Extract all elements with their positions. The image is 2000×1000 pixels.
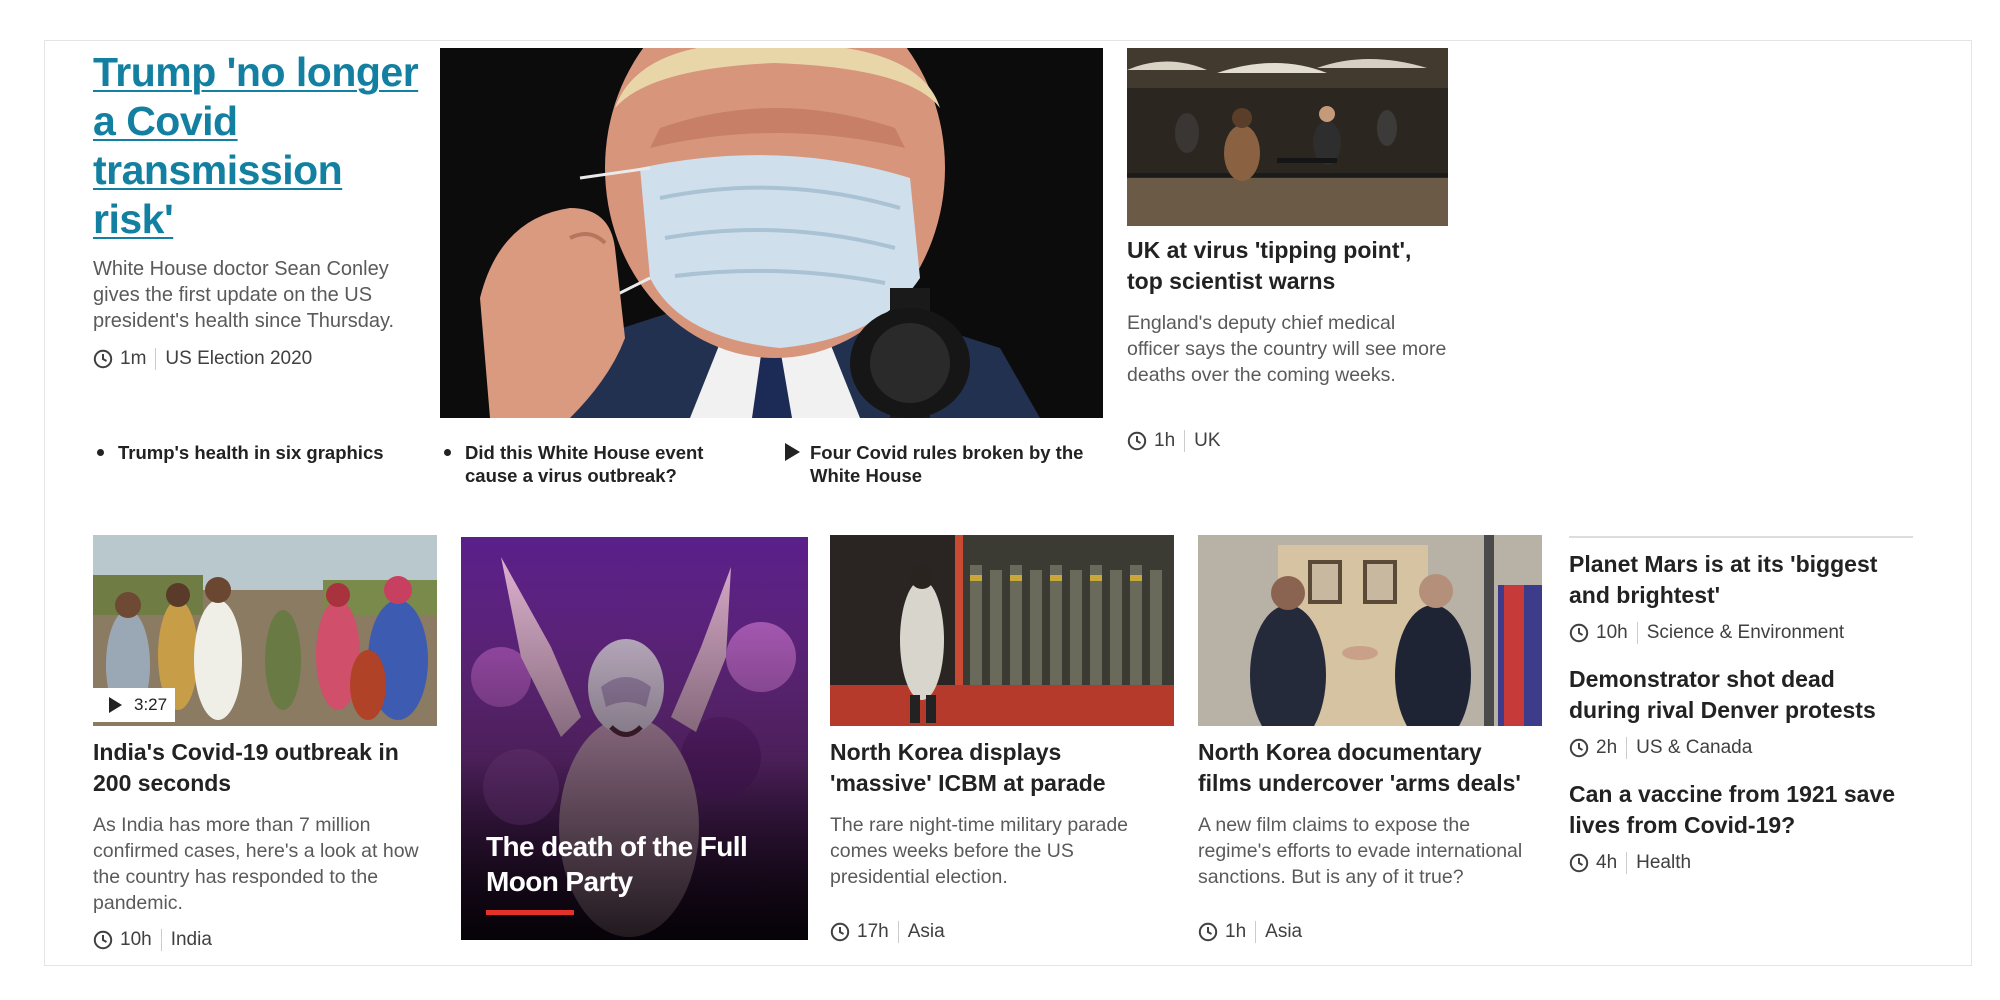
- uk-story-section-link[interactable]: UK: [1194, 430, 1220, 452]
- side-story-section-link[interactable]: US & Canada: [1636, 737, 1752, 759]
- bullet-icon: [97, 449, 104, 456]
- side-story-headline-vaccine[interactable]: Can a vaccine from 1921 save lives from …: [1569, 779, 1909, 841]
- meta-divider: [1626, 852, 1628, 874]
- india-meta: 10h India: [93, 928, 212, 952]
- lead-summary: White House doctor Sean Conley gives the…: [93, 258, 395, 332]
- lead-section-link[interactable]: US Election 2020: [165, 348, 312, 370]
- uk-story-headline[interactable]: UK at virus 'tipping point', top scienti…: [1127, 235, 1447, 297]
- play-icon: [785, 443, 800, 461]
- side-stories-divider: [1569, 536, 1913, 538]
- meta-divider: [1626, 737, 1628, 759]
- side-story-time: 4h: [1596, 852, 1618, 873]
- clock-icon: [1127, 431, 1147, 451]
- military-parade-photo: [830, 535, 1174, 726]
- clock-icon: [830, 922, 850, 942]
- side-story-time: 10h: [1596, 622, 1628, 643]
- side-story-headline-denver[interactable]: Demonstrator shot dead during rival Denv…: [1569, 664, 1909, 726]
- nk-documentary-summary: A new film claims to expose the regime's…: [1198, 814, 1523, 888]
- side-story-meta-mars: 10h Science & Environment: [1569, 621, 1844, 645]
- side-story-time: 2h: [1596, 737, 1618, 758]
- feature-headline: The death of the Full Moon Party: [486, 831, 748, 897]
- side-story-headline-mars[interactable]: Planet Mars is at its 'biggest and brigh…: [1569, 549, 1909, 611]
- play-icon: [109, 697, 122, 713]
- related-link-label: Trump's health in six graphics: [118, 442, 384, 463]
- lead-headline-link[interactable]: Trump 'no longer a Covid transmission ri…: [93, 48, 423, 244]
- india-headline[interactable]: India's Covid-19 outbreak in 200 seconds: [93, 737, 423, 799]
- nk-documentary-headline[interactable]: North Korea documentary films undercover…: [1198, 737, 1538, 799]
- meta-divider: [1184, 430, 1186, 452]
- india-time: 10h: [120, 929, 152, 950]
- clock-icon: [1569, 738, 1589, 758]
- related-link-label: Four Covid rules broken by the White Hou…: [810, 442, 1084, 486]
- nk-documentary-section-link[interactable]: Asia: [1265, 921, 1302, 943]
- feature-card[interactable]: The death of the Full Moon Party: [461, 537, 808, 940]
- india-summary: As India has more than 7 million confirm…: [93, 814, 419, 914]
- side-story-section-link[interactable]: Science & Environment: [1647, 622, 1845, 644]
- street-cafe-photo: [1127, 48, 1448, 226]
- lead-meta: 1m US Election 2020: [93, 347, 312, 371]
- side-story-meta-denver: 2h US & Canada: [1569, 736, 1752, 760]
- trump-mask-photo: [440, 48, 1103, 418]
- nk-parade-time: 17h: [857, 921, 889, 942]
- lead-time: 1m: [120, 348, 147, 369]
- uk-story-meta: 1h UK: [1127, 429, 1221, 453]
- meta-divider: [155, 348, 157, 370]
- uk-story-image[interactable]: [1127, 48, 1448, 226]
- clock-icon: [1569, 623, 1589, 643]
- nk-parade-image[interactable]: [830, 535, 1174, 726]
- lead-image[interactable]: [440, 48, 1103, 418]
- video-duration-badge[interactable]: 3:27: [93, 688, 175, 722]
- related-link-3[interactable]: Four Covid rules broken by the White Hou…: [785, 441, 1105, 487]
- clock-icon: [93, 930, 113, 950]
- meta-divider: [1636, 622, 1638, 644]
- nk-documentary-time: 1h: [1225, 921, 1247, 942]
- meta-divider: [897, 921, 899, 943]
- related-link-2[interactable]: Did this White House event cause a virus…: [440, 441, 750, 487]
- nk-parade-section-link[interactable]: Asia: [908, 921, 945, 943]
- bullet-icon: [444, 449, 451, 456]
- nk-parade-headline[interactable]: North Korea displays 'massive' ICBM at p…: [830, 737, 1160, 799]
- clock-icon: [1569, 853, 1589, 873]
- side-story-section-link[interactable]: Health: [1636, 852, 1691, 874]
- related-link-1[interactable]: Trump's health in six graphics: [93, 441, 423, 464]
- nk-documentary-meta: 1h Asia: [1198, 920, 1302, 944]
- uk-story-time: 1h: [1154, 430, 1176, 451]
- feature-accent-bar: [486, 910, 574, 915]
- nk-parade-meta: 17h Asia: [830, 920, 945, 944]
- uk-story-summary: England's deputy chief medical officer s…: [1127, 312, 1447, 386]
- related-link-label: Did this White House event cause a virus…: [465, 442, 704, 486]
- handshake-photo: [1198, 535, 1542, 726]
- clock-icon: [93, 349, 113, 369]
- nk-parade-summary: The rare night-time military parade come…: [830, 814, 1129, 888]
- meta-divider: [1255, 921, 1257, 943]
- video-duration: 3:27: [134, 695, 168, 714]
- nk-documentary-image[interactable]: [1198, 535, 1542, 726]
- side-story-meta-vaccine: 4h Health: [1569, 851, 1691, 875]
- meta-divider: [160, 929, 162, 951]
- clock-icon: [1198, 922, 1218, 942]
- india-section-link[interactable]: India: [171, 929, 212, 951]
